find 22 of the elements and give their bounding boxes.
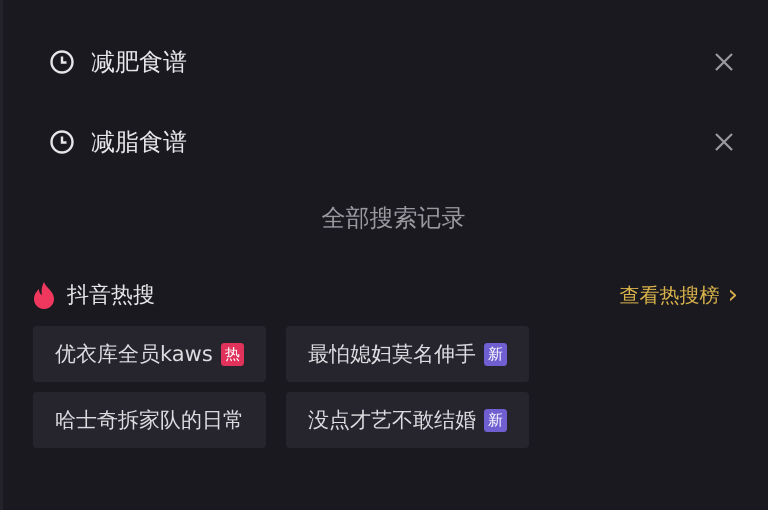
clock-icon bbox=[49, 129, 75, 155]
hot-search-chip[interactable]: 没点才艺不敢结婚 新 bbox=[286, 392, 529, 448]
chip-text: 哈士奇拆家队的日常 bbox=[55, 407, 244, 434]
chip-text: 最怕媳妇莫名伸手 bbox=[308, 341, 476, 368]
history-text[interactable]: 减脂食谱 bbox=[91, 126, 710, 158]
hot-search-chip[interactable]: 优衣库全员kaws 热 bbox=[33, 326, 266, 382]
section-title: 抖音热搜 bbox=[67, 282, 156, 310]
hot-search-chip[interactable]: 哈士奇拆家队的日常 bbox=[33, 392, 266, 448]
close-icon bbox=[714, 132, 734, 152]
history-text[interactable]: 减肥食谱 bbox=[91, 46, 710, 78]
flame-icon bbox=[33, 281, 55, 309]
chip-text: 优衣库全员kaws bbox=[55, 341, 213, 368]
hot-search-chip[interactable]: 最怕媳妇莫名伸手 新 bbox=[286, 326, 529, 382]
trend-badge: 新 bbox=[484, 342, 507, 366]
chip-text: 没点才艺不敢结婚 bbox=[308, 407, 476, 434]
clock-icon bbox=[49, 49, 75, 75]
trend-badge: 热 bbox=[220, 342, 244, 366]
close-icon bbox=[714, 52, 734, 72]
trend-badge: 新 bbox=[484, 408, 507, 432]
chevron-icon: › bbox=[728, 280, 738, 310]
all-history-link[interactable]: 全部搜索记录 bbox=[322, 202, 466, 234]
hot-list-link[interactable]: 查看热搜榜 bbox=[620, 282, 720, 308]
